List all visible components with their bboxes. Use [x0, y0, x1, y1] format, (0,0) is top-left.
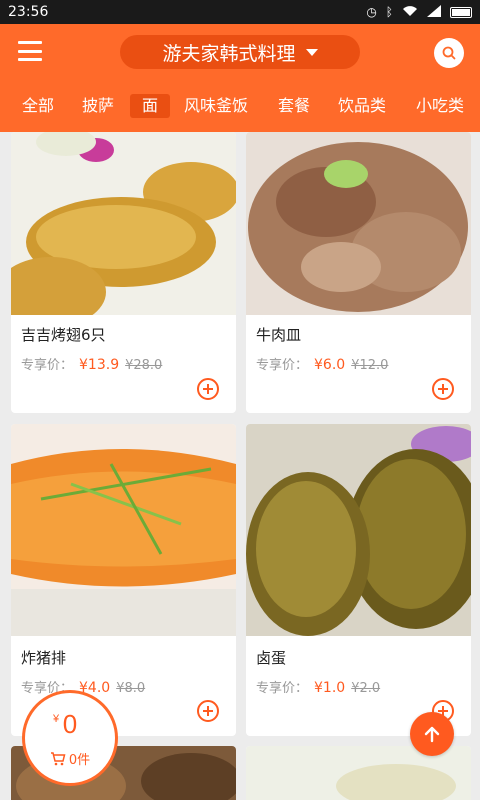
cart-count: 0件	[68, 753, 91, 768]
cart-amount: 0	[62, 709, 78, 739]
chevron-down-icon	[305, 48, 318, 56]
original-price: ¥2.0	[351, 681, 381, 696]
original-price: ¥28.0	[125, 358, 163, 373]
original-price: ¥8.0	[116, 681, 146, 696]
product-card[interactable]: 炸猪排 专享价： ¥4.0 ¥8.0	[11, 424, 236, 736]
product-name: 牛肉皿	[256, 326, 302, 344]
add-to-cart-button[interactable]	[197, 378, 219, 400]
status-icons: ◷ ᛒ	[366, 4, 472, 20]
product-image	[246, 132, 471, 315]
tab-all[interactable]: 全部	[22, 94, 54, 118]
search-button[interactable]	[434, 38, 464, 68]
tab-set-meal[interactable]: 套餐	[278, 94, 310, 118]
signal-icon	[427, 4, 441, 20]
price-label: 专享价：	[21, 358, 74, 373]
search-icon	[442, 46, 456, 60]
cart-summary[interactable]: ¥ 0 0件	[22, 690, 118, 786]
product-image	[246, 424, 471, 636]
plus-icon	[203, 384, 213, 394]
store-selector[interactable]: 游夫家韩式料理	[120, 35, 360, 69]
menu-icon[interactable]	[18, 41, 42, 61]
product-card[interactable]: 吉吉烤翅6只 专享价： ¥13.9 ¥28.0	[11, 132, 236, 413]
plus-icon	[438, 384, 448, 394]
battery-icon	[450, 6, 472, 18]
product-name: 吉吉烤翅6只	[21, 326, 106, 344]
add-to-cart-button[interactable]	[432, 378, 454, 400]
price-label: 专享价：	[256, 681, 309, 696]
tab-pizza[interactable]: 披萨	[82, 94, 114, 118]
tab-pot-rice[interactable]: 风味釜饭	[184, 94, 248, 118]
product-image	[11, 132, 236, 315]
product-image	[11, 424, 236, 636]
plus-icon	[203, 706, 213, 716]
app-bar: 游夫家韩式料理	[0, 24, 480, 80]
product-name: 卤蛋	[256, 649, 287, 667]
product-name: 炸猪排	[21, 649, 67, 667]
product-price: ¥6.0	[314, 357, 346, 373]
price-label: 专享价：	[256, 358, 309, 373]
arrow-up-icon	[424, 726, 440, 743]
product-card[interactable]: 卤蛋 专享价： ¥1.0 ¥2.0	[246, 424, 471, 736]
scroll-top-button[interactable]	[410, 712, 454, 756]
tab-drinks[interactable]: 饮品类	[338, 94, 386, 118]
bluetooth-icon: ᛒ	[385, 5, 393, 19]
product-price: ¥1.0	[314, 680, 346, 696]
store-name: 游夫家韩式料理	[162, 42, 296, 65]
alarm-icon: ◷	[366, 5, 377, 19]
status-time: 23:56	[8, 4, 49, 20]
category-tabs: 全部 披萨 面 风味釜饭 套餐 饮品类 小吃类	[0, 80, 480, 132]
price-row: 专享价： ¥6.0 ¥12.0	[256, 354, 388, 373]
price-row: 专享价： ¥1.0 ¥2.0	[256, 677, 380, 696]
wifi-icon	[402, 5, 418, 20]
cart-count-row: 0件	[25, 749, 115, 768]
tab-noodles[interactable]: 面	[130, 94, 171, 118]
cart-icon	[50, 751, 66, 765]
price-row: 专享价： ¥13.9 ¥28.0	[21, 354, 162, 373]
original-price: ¥12.0	[351, 358, 389, 373]
tab-snacks[interactable]: 小吃类	[416, 94, 464, 118]
product-price: ¥13.9	[79, 357, 120, 373]
add-to-cart-button[interactable]	[197, 700, 219, 722]
product-card[interactable]: 牛肉皿 专享价： ¥6.0 ¥12.0	[246, 132, 471, 413]
status-bar: 23:56 ◷ ᛒ	[0, 0, 480, 24]
